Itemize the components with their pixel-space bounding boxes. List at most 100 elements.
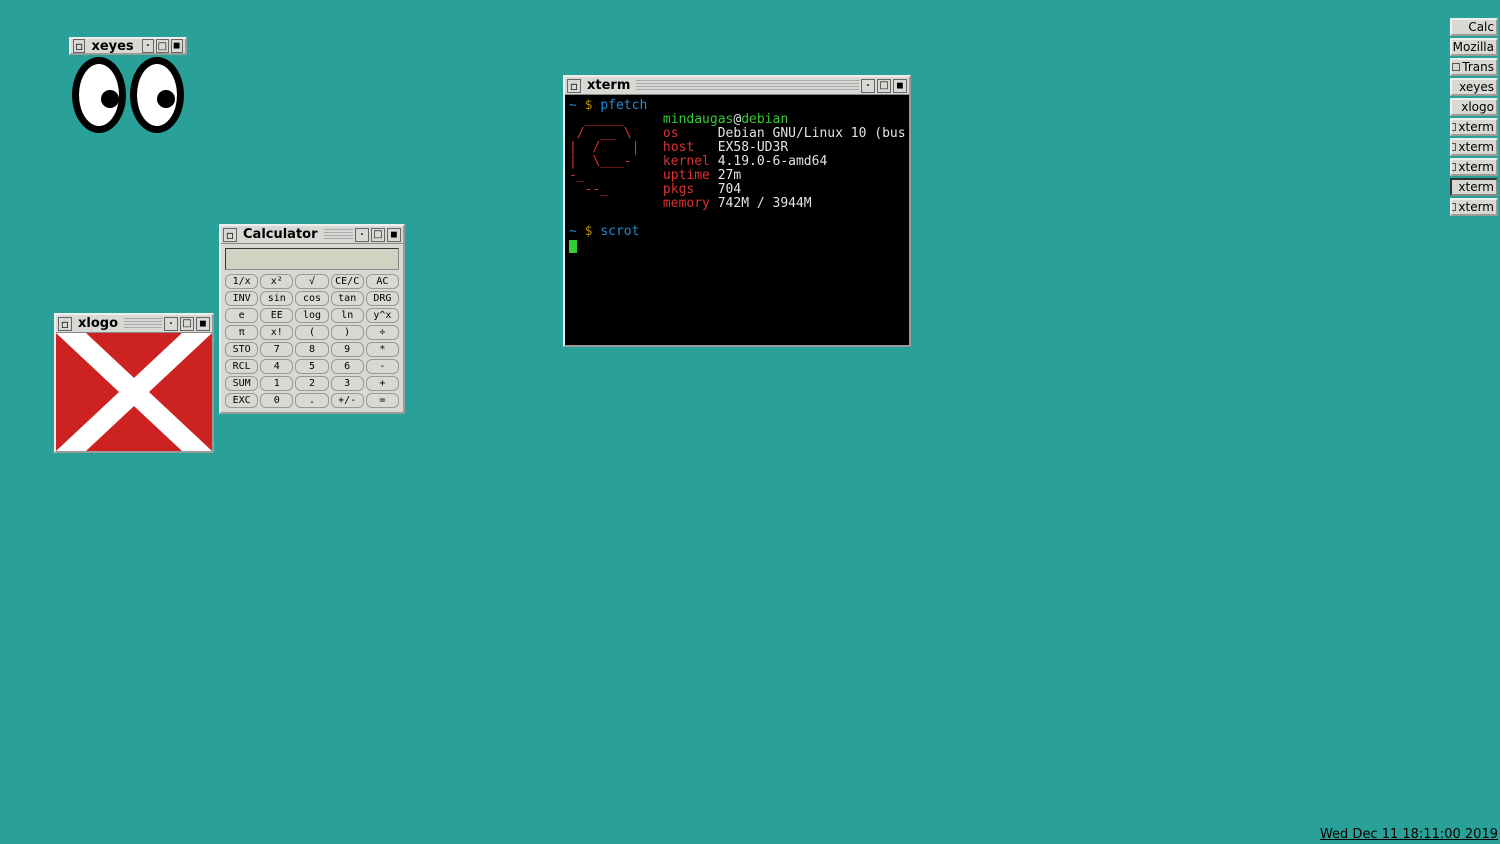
task-icon bbox=[1450, 203, 1456, 211]
xlogo-body bbox=[56, 333, 212, 451]
calc-key-11[interactable]: EE bbox=[260, 308, 293, 323]
calc-key-7[interactable]: cos bbox=[295, 291, 328, 306]
task-button-xlogo-4[interactable]: xlogo bbox=[1450, 98, 1498, 116]
minimize-button[interactable] bbox=[142, 39, 154, 53]
menu-icon[interactable] bbox=[567, 79, 581, 93]
calc-key-5[interactable]: INV bbox=[225, 291, 258, 306]
calc-key-18[interactable]: ) bbox=[331, 325, 364, 340]
menu-icon[interactable] bbox=[58, 317, 72, 331]
calc-key-22[interactable]: 8 bbox=[295, 342, 328, 357]
calc-key-15[interactable]: π bbox=[225, 325, 258, 340]
task-button-xterm-7[interactable]: xterm bbox=[1450, 158, 1498, 176]
pupil-left bbox=[101, 90, 119, 108]
close-button[interactable] bbox=[893, 79, 907, 93]
calc-key-35[interactable]: EXC bbox=[225, 393, 258, 408]
clock: Wed Dec 11 18:11:00 2019 bbox=[1320, 827, 1498, 842]
task-label: Trans bbox=[1462, 60, 1494, 74]
eye-left bbox=[72, 57, 126, 133]
calc-key-12[interactable]: log bbox=[295, 308, 328, 323]
terminal-output[interactable]: ~ $ pfetch _____ mindaugas@debian / __ \… bbox=[565, 95, 909, 345]
calc-key-16[interactable]: x! bbox=[260, 325, 293, 340]
xlogo-titlebar[interactable]: xlogo bbox=[56, 315, 212, 333]
maximize-button[interactable] bbox=[180, 317, 194, 331]
task-button-mozilla-1[interactable]: Mozilla bbox=[1450, 38, 1498, 56]
calc-key-0[interactable]: 1/x bbox=[225, 274, 258, 289]
task-label: xterm bbox=[1458, 140, 1494, 154]
close-button[interactable] bbox=[171, 39, 183, 53]
titlebar-grip[interactable] bbox=[636, 80, 859, 92]
maximize-button[interactable] bbox=[877, 79, 891, 93]
xeyes-window[interactable]: xeyes bbox=[69, 37, 187, 135]
task-button-xeyes-3[interactable]: xeyes bbox=[1450, 78, 1498, 96]
calc-key-29[interactable]: - bbox=[366, 359, 399, 374]
calc-key-34[interactable]: + bbox=[366, 376, 399, 391]
task-icon bbox=[1450, 143, 1456, 151]
titlebar-grip[interactable] bbox=[124, 318, 162, 330]
calc-key-10[interactable]: e bbox=[225, 308, 258, 323]
menu-icon[interactable] bbox=[223, 228, 237, 242]
calc-key-1[interactable]: x² bbox=[260, 274, 293, 289]
calc-key-20[interactable]: STO bbox=[225, 342, 258, 357]
xlogo-window[interactable]: xlogo bbox=[54, 313, 214, 453]
task-icon bbox=[1450, 123, 1456, 131]
calc-key-37[interactable]: . bbox=[295, 393, 328, 408]
calc-key-24[interactable]: * bbox=[366, 342, 399, 357]
task-button-trans-2[interactable]: Trans bbox=[1450, 58, 1498, 76]
task-button-calc-0[interactable]: Calc bbox=[1450, 18, 1498, 36]
minimize-button[interactable] bbox=[861, 79, 875, 93]
calc-key-33[interactable]: 3 bbox=[331, 376, 364, 391]
menu-icon[interactable] bbox=[73, 39, 85, 53]
calc-key-21[interactable]: 7 bbox=[260, 342, 293, 357]
task-button-xterm-5[interactable]: xterm bbox=[1450, 118, 1498, 136]
calc-key-6[interactable]: sin bbox=[260, 291, 293, 306]
xlogo-title: xlogo bbox=[74, 316, 122, 331]
calc-key-2[interactable]: √ bbox=[295, 274, 328, 289]
xeyes-title: xeyes bbox=[87, 39, 137, 54]
task-label: Calc bbox=[1454, 20, 1494, 34]
calc-key-9[interactable]: DRG bbox=[366, 291, 399, 306]
calc-key-23[interactable]: 9 bbox=[331, 342, 364, 357]
xterm-window[interactable]: xterm ~ $ pfetch _____ mindaugas@debian … bbox=[563, 75, 911, 347]
calculator-titlebar[interactable]: Calculator bbox=[221, 226, 403, 244]
xterm-titlebar[interactable]: xterm bbox=[565, 77, 909, 95]
calc-key-8[interactable]: tan bbox=[331, 291, 364, 306]
calc-key-39[interactable]: = bbox=[366, 393, 399, 408]
calc-key-17[interactable]: ( bbox=[295, 325, 328, 340]
minimize-button[interactable] bbox=[164, 317, 178, 331]
calculator-body: 1/xx²√CE/CAC INVsincostanDRG eEEloglny^x πx… bbox=[221, 244, 403, 412]
maximize-button[interactable] bbox=[156, 39, 168, 53]
calc-key-4[interactable]: AC bbox=[366, 274, 399, 289]
task-label: xterm bbox=[1454, 180, 1494, 194]
calc-key-38[interactable]: +/- bbox=[331, 393, 364, 408]
xeyes-titlebar[interactable]: xeyes bbox=[69, 37, 187, 55]
titlebar-grip[interactable] bbox=[324, 229, 353, 241]
calc-key-36[interactable]: 0 bbox=[260, 393, 293, 408]
task-icon bbox=[1450, 43, 1451, 51]
task-list: Calc Mozilla Trans xeyes xlogo xterm xterm xter… bbox=[1450, 18, 1498, 216]
calc-key-14[interactable]: y^x bbox=[366, 308, 399, 323]
close-button[interactable] bbox=[387, 228, 401, 242]
calculator-window[interactable]: Calculator 1/xx²√CE/CACINVsincostanDRGeE… bbox=[219, 224, 405, 414]
calc-key-31[interactable]: 1 bbox=[260, 376, 293, 391]
calc-key-13[interactable]: ln bbox=[331, 308, 364, 323]
calc-key-30[interactable]: SUM bbox=[225, 376, 258, 391]
calc-key-19[interactable]: ÷ bbox=[366, 325, 399, 340]
calc-key-26[interactable]: 4 bbox=[260, 359, 293, 374]
task-icon bbox=[1450, 163, 1456, 171]
task-label: xeyes bbox=[1454, 80, 1494, 94]
task-button-xterm-9[interactable]: xterm bbox=[1450, 198, 1498, 216]
task-label: xlogo bbox=[1454, 100, 1494, 114]
eye-right bbox=[130, 57, 184, 133]
task-label: xterm bbox=[1458, 200, 1494, 214]
minimize-button[interactable] bbox=[355, 228, 369, 242]
calc-key-32[interactable]: 2 bbox=[295, 376, 328, 391]
close-button[interactable] bbox=[196, 317, 210, 331]
calc-key-28[interactable]: 6 bbox=[331, 359, 364, 374]
maximize-button[interactable] bbox=[371, 228, 385, 242]
task-button-xterm-6[interactable]: xterm bbox=[1450, 138, 1498, 156]
xeyes-body bbox=[69, 55, 187, 135]
calc-key-3[interactable]: CE/C bbox=[331, 274, 364, 289]
calc-key-27[interactable]: 5 bbox=[295, 359, 328, 374]
task-button-xterm-8[interactable]: xterm bbox=[1450, 178, 1498, 196]
calc-key-25[interactable]: RCL bbox=[225, 359, 258, 374]
